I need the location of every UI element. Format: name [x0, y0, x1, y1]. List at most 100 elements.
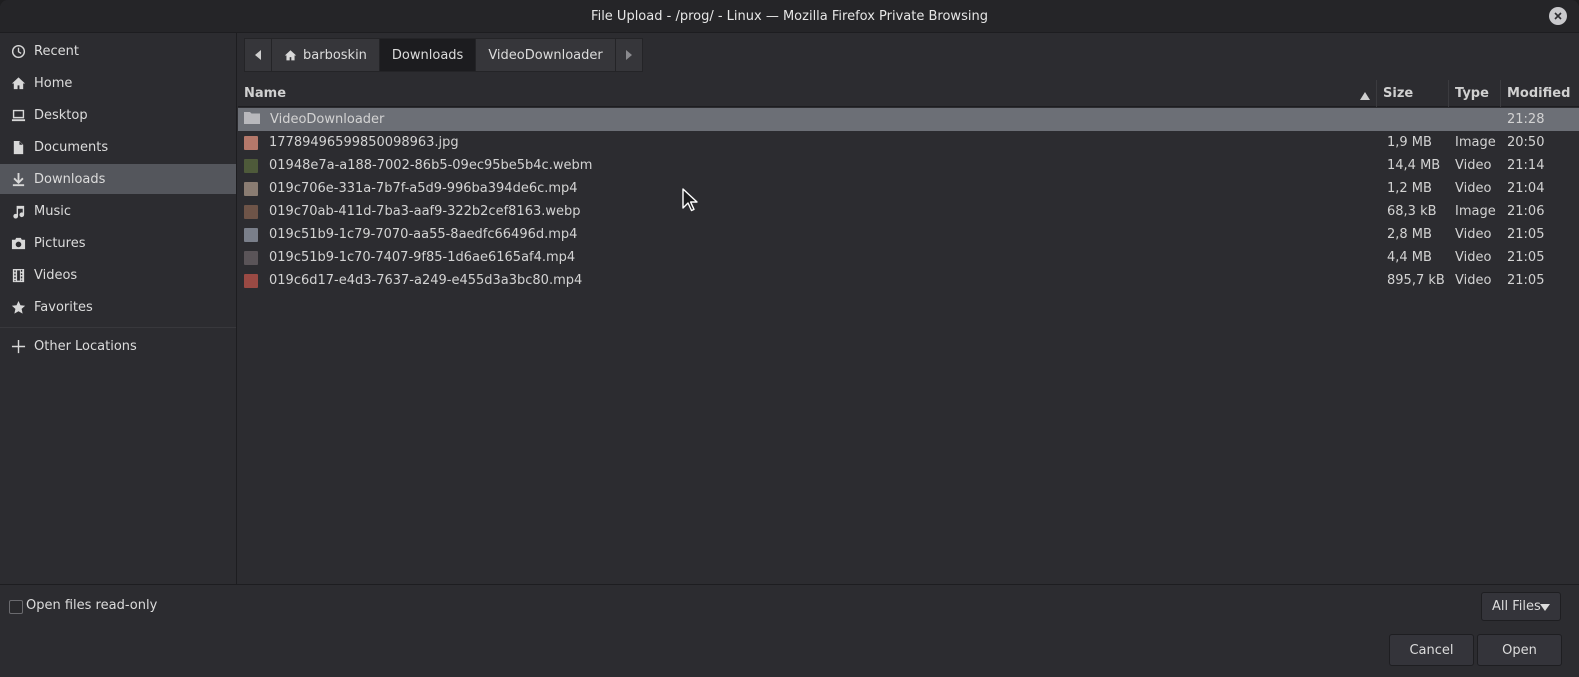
dialog-footer: Open files read-only All Files Cancel Op…: [0, 584, 1579, 677]
file-type: Video: [1455, 250, 1492, 265]
file-name-cell: 01948e7a-a188-7002-86b5-09ec95be5b4c.web…: [244, 154, 592, 177]
file-row[interactable]: 019c51b9-1c79-7070-aa55-8aedfc66496d.mp4…: [238, 223, 1579, 246]
path-back-button[interactable]: [244, 38, 272, 72]
file-name-cell: 019c51b9-1c70-7407-9f85-1d6ae6165af4.mp4: [244, 246, 575, 269]
file-thumbnail-icon: [244, 181, 258, 196]
file-modified: 21:04: [1507, 181, 1545, 196]
crumb-label: Downloads: [391, 47, 464, 63]
sidebar-item-label: Home: [34, 75, 73, 91]
desktop-icon: [10, 107, 26, 123]
file-type: Video: [1455, 227, 1492, 242]
sidebar-item-home[interactable]: Home: [0, 68, 236, 98]
plus-icon: [10, 338, 26, 354]
file-size: 4,4 MB: [1387, 250, 1432, 265]
file-row[interactable]: 019c6d17-e4d3-7637-a249-e455d3a3bc80.mp4…: [238, 269, 1579, 292]
file-list: Name Size Type Modified VideoDownloader 2…: [238, 80, 1579, 584]
sidebar-item-downloads[interactable]: Downloads: [0, 164, 236, 194]
sidebar-item-label: Pictures: [34, 235, 86, 251]
column-header-modified[interactable]: Modified: [1501, 80, 1579, 107]
close-button[interactable]: [1549, 7, 1567, 25]
read-only-checkbox[interactable]: [9, 600, 23, 614]
path-bar: barboskin Downloads VideoDownloader: [244, 38, 643, 72]
chevron-left-icon: [255, 50, 261, 60]
file-modified: 21:14: [1507, 158, 1545, 173]
file-size: 14,4 MB: [1387, 158, 1441, 173]
file-thumbnail-icon: [244, 273, 258, 288]
path-forward-button[interactable]: [614, 38, 643, 72]
file-row[interactable]: 019c70ab-411d-7ba3-aaf9-322b2cef8163.web…: [238, 200, 1579, 223]
file-name: 019c706e-331a-7b7f-a5d9-996ba394de6c.mp4: [269, 181, 578, 196]
file-size: 1,9 MB: [1387, 135, 1432, 150]
file-thumbnail-icon: [244, 227, 258, 242]
download-icon: [10, 171, 26, 187]
sidebar-item-recent[interactable]: Recent: [0, 36, 236, 66]
sidebar-item-label: Videos: [34, 267, 78, 283]
file-type-filter[interactable]: All Files: [1481, 592, 1561, 621]
file-row[interactable]: 01948e7a-a188-7002-86b5-09ec95be5b4c.web…: [238, 154, 1579, 177]
file-row[interactable]: 019c706e-331a-7b7f-a5d9-996ba394de6c.mp4…: [238, 177, 1579, 200]
file-row[interactable]: 17789496599850098963.jpg 1,9 MB Image 20:50: [238, 131, 1579, 154]
column-header-label: Size: [1383, 86, 1414, 101]
file-type: Video: [1455, 158, 1492, 173]
file-name: 019c51b9-1c70-7407-9f85-1d6ae6165af4.mp4: [269, 250, 576, 265]
cancel-button[interactable]: Cancel: [1389, 634, 1474, 666]
sidebar-item-favorites[interactable]: Favorites: [0, 292, 236, 322]
file-size: 68,3 kB: [1387, 204, 1437, 219]
title-bar: File Upload - /prog/ - Linux — Mozilla F…: [0, 0, 1579, 33]
sidebar-item-videos[interactable]: Videos: [0, 260, 236, 290]
file-name-cell: 17789496599850098963.jpg: [244, 131, 459, 154]
film-icon: [10, 267, 26, 283]
file-upload-dialog: File Upload - /prog/ - Linux — Mozilla F…: [0, 0, 1579, 677]
dropdown-arrow-icon: [1540, 604, 1550, 611]
folder-row[interactable]: VideoDownloader 21:28: [238, 108, 1579, 131]
file-type: Video: [1455, 273, 1492, 288]
file-name: 019c70ab-411d-7ba3-aaf9-322b2cef8163.web…: [269, 204, 581, 219]
crumb-label: barboskin: [303, 47, 367, 63]
sidebar-item-music[interactable]: Music: [0, 196, 236, 226]
file-type: Image: [1455, 135, 1496, 150]
path-crumb-downloads[interactable]: Downloads: [378, 38, 477, 72]
column-header-label: Modified: [1507, 86, 1571, 101]
clock-icon: [10, 43, 26, 59]
file-type: Image: [1455, 204, 1496, 219]
file-name-cell: 019c51b9-1c79-7070-aa55-8aedfc66496d.mp4: [244, 223, 577, 246]
sidebar-item-documents[interactable]: Documents: [0, 132, 236, 162]
file-modified: 20:50: [1507, 135, 1545, 150]
path-crumb-home[interactable]: barboskin: [271, 38, 380, 72]
crumb-label: VideoDownloader: [488, 47, 603, 63]
open-button[interactable]: Open: [1477, 634, 1562, 666]
sidebar-item-pictures[interactable]: Pictures: [0, 228, 236, 258]
read-only-label[interactable]: Open files read-only: [26, 598, 157, 613]
file-name: 17789496599850098963.jpg: [269, 135, 459, 150]
file-type: Video: [1455, 181, 1492, 196]
file-modified: 21:05: [1507, 250, 1545, 265]
file-name-cell: 019c706e-331a-7b7f-a5d9-996ba394de6c.mp4: [244, 177, 578, 200]
sidebar-item-label: Favorites: [34, 299, 93, 315]
sidebar-item-label: Downloads: [34, 171, 106, 187]
sidebar-item-label: Documents: [34, 139, 109, 155]
sort-ascending-icon: [1360, 89, 1370, 100]
path-crumb-videodownloader[interactable]: VideoDownloader: [475, 38, 616, 72]
file-modified: 21:28: [1507, 112, 1545, 127]
column-header-size[interactable]: Size: [1377, 80, 1449, 107]
home-icon: [284, 49, 297, 60]
sidebar-item-label: Desktop: [34, 107, 88, 123]
sidebar-item-desktop[interactable]: Desktop: [0, 100, 236, 130]
filter-label: All Files: [1492, 599, 1541, 614]
document-icon: [10, 139, 26, 155]
file-row[interactable]: 019c51b9-1c70-7407-9f85-1d6ae6165af4.mp4…: [238, 246, 1579, 269]
file-list-header: Name Size Type Modified: [238, 80, 1579, 107]
sidebar-item-label: Other Locations: [34, 338, 137, 354]
file-name-cell: 019c6d17-e4d3-7637-a249-e455d3a3bc80.mp4: [244, 269, 582, 292]
column-header-name[interactable]: Name: [238, 80, 1377, 107]
column-header-type[interactable]: Type: [1449, 80, 1501, 107]
column-header-label: Name: [244, 86, 287, 101]
sidebar-item-label: Recent: [34, 43, 79, 59]
window-title: File Upload - /prog/ - Linux — Mozilla F…: [591, 8, 988, 24]
sidebar-item-other-locations[interactable]: Other Locations: [0, 331, 236, 361]
places-sidebar: Recent Home Desktop Documents Downloads …: [0, 33, 237, 584]
file-name-cell: VideoDownloader: [244, 108, 384, 131]
sidebar-item-label: Music: [34, 203, 71, 219]
sidebar-separator: [0, 327, 236, 328]
home-icon: [10, 75, 26, 91]
